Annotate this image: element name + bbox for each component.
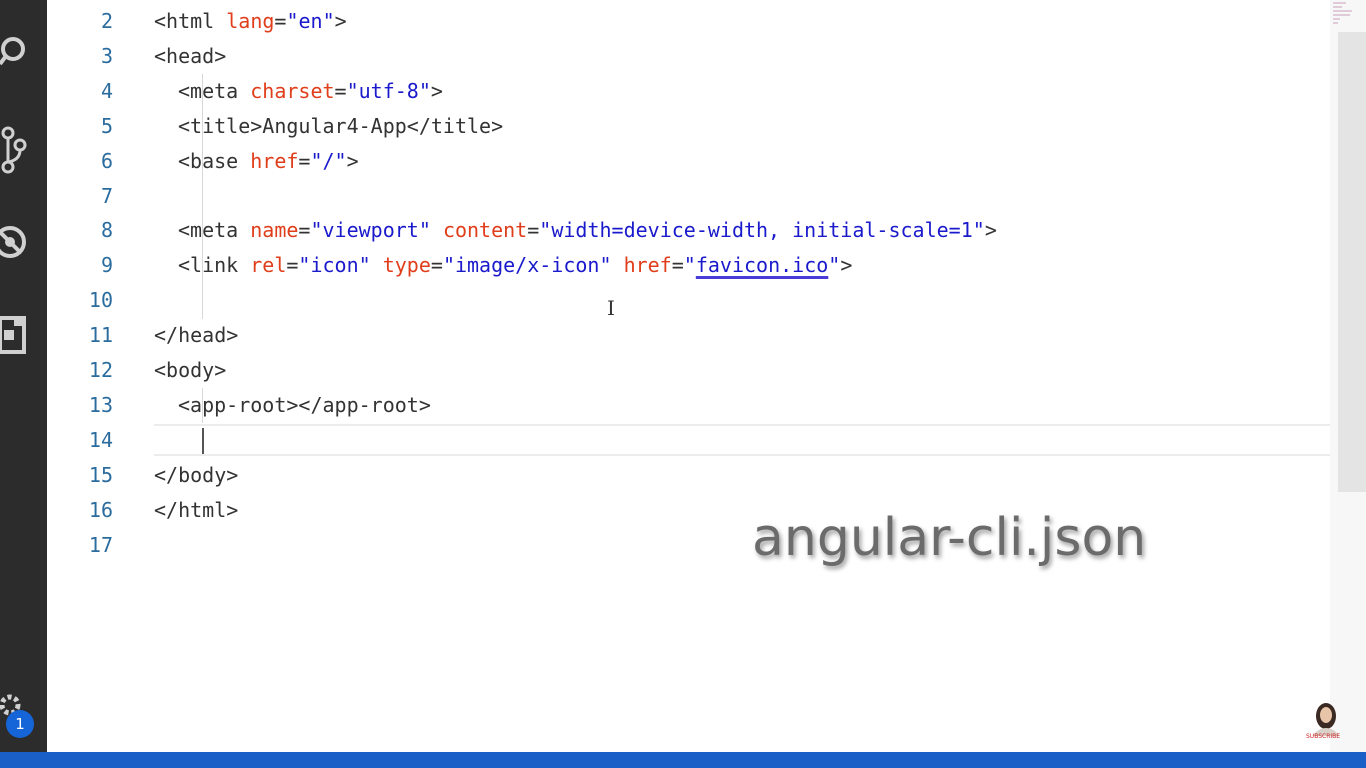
- code-token: <app-root></app-root>: [178, 392, 431, 417]
- code-token: =: [671, 253, 684, 278]
- code-editor[interactable]: 2 3 4 5 6 7 8 9 10 11 12 13 14 15 16 17 <html lang="en"…: [47, 0, 1366, 752]
- code-token: =: [286, 253, 299, 278]
- code-token: </body>: [154, 462, 239, 487]
- code-token: >: [984, 218, 997, 243]
- code-token: </html>: [154, 497, 239, 522]
- code-token: href: [250, 148, 299, 173]
- code-token: "width=device-width, initial-scale=1": [539, 218, 985, 243]
- line-number: 2: [100, 9, 113, 33]
- code-token: =: [298, 148, 311, 173]
- line-number: 15: [88, 462, 113, 487]
- code-token: =: [430, 253, 443, 278]
- line-number: 9: [100, 253, 113, 278]
- code-line[interactable]: </body>: [154, 458, 238, 493]
- line-number: 5: [100, 113, 113, 138]
- line-number: 7: [100, 183, 113, 208]
- code-token: <html: [154, 9, 227, 33]
- code-line[interactable]: <title>Angular4-App</title>: [178, 109, 503, 144]
- code-token: =: [274, 9, 287, 33]
- code-token: "icon": [298, 253, 371, 278]
- code-token: rel: [250, 253, 287, 278]
- ibeam-cursor-icon: I: [607, 296, 615, 320]
- code-token: content: [442, 218, 528, 243]
- code-token: "viewport": [310, 218, 431, 243]
- code-token: <meta: [178, 78, 251, 103]
- current-line-highlight: [154, 424, 1366, 456]
- line-number: 6: [100, 148, 113, 173]
- line-number: 17: [88, 532, 113, 557]
- search-icon[interactable]: [0, 34, 30, 68]
- code-token: >: [840, 253, 853, 278]
- code-token: </title>: [406, 113, 504, 138]
- line-number: 12: [88, 358, 113, 382]
- line-number: 14: [88, 427, 113, 452]
- code-token: <title>: [178, 113, 263, 138]
- code-line[interactable]: <base href="/">: [178, 144, 359, 179]
- code-line[interactable]: <meta charset="utf-8">: [178, 74, 443, 109]
- code-token: <link: [178, 253, 251, 278]
- code-token: name: [250, 218, 299, 243]
- code-token: =: [298, 218, 311, 243]
- line-number: 10: [88, 288, 113, 313]
- line-number: 8: [100, 218, 113, 243]
- line-number: 16: [88, 497, 113, 522]
- code-token: =: [334, 78, 347, 103]
- text-cursor: [202, 428, 204, 454]
- code-token: href: [623, 253, 672, 278]
- code-line[interactable]: <link rel="icon" type="image/x-icon" hre…: [178, 248, 852, 283]
- code-link[interactable]: favicon.ico: [696, 253, 828, 277]
- status-bar: [0, 752, 1366, 768]
- notification-badge: 1: [6, 710, 34, 738]
- source-control-icon[interactable]: [0, 125, 30, 175]
- code-line[interactable]: </html>: [154, 493, 238, 528]
- code-token: ": [828, 253, 841, 278]
- code-line[interactable]: <meta name="viewport" content="width=dev…: [178, 213, 997, 248]
- code-token: <body>: [154, 358, 227, 382]
- code-line[interactable]: <head>: [154, 39, 226, 74]
- code-token: type: [382, 253, 431, 278]
- code-line[interactable]: <html lang="en">: [154, 4, 347, 39]
- code-line[interactable]: <body>: [154, 353, 226, 388]
- code-token: Angular4-App: [262, 113, 407, 138]
- line-number: 4: [100, 78, 113, 103]
- code-token: "en": [286, 9, 335, 33]
- code-token: <head>: [154, 43, 227, 68]
- code-line[interactable]: </head>: [154, 318, 238, 353]
- subscribe-label: SUBSCRIBE: [1306, 733, 1341, 740]
- code-token: <meta: [178, 218, 251, 243]
- code-token: >: [334, 9, 347, 33]
- minimap[interactable]: [1332, 0, 1362, 26]
- code-token: =: [527, 218, 540, 243]
- line-number: 3: [100, 43, 113, 68]
- code-token: lang: [226, 9, 275, 33]
- code-token: "utf-8": [346, 78, 431, 103]
- code-token: </head>: [154, 323, 239, 348]
- code-token: >: [430, 78, 443, 103]
- line-number: 13: [88, 392, 113, 417]
- code-token: charset: [250, 78, 335, 103]
- debug-icon[interactable]: [0, 220, 30, 264]
- activity-bar: 1: [0, 0, 47, 752]
- code-token: ": [683, 253, 696, 278]
- code-token: "/": [310, 148, 347, 173]
- extensions-icon[interactable]: [0, 312, 30, 356]
- scrollbar-thumb[interactable]: [1338, 32, 1366, 492]
- code-token: <base: [178, 148, 251, 173]
- code-token: >: [346, 148, 359, 173]
- video-caption: angular-cli.json: [752, 508, 1147, 568]
- code-token: "image/x-icon": [442, 253, 612, 278]
- code-line[interactable]: <app-root></app-root>: [178, 388, 431, 423]
- line-number: 11: [88, 323, 113, 348]
